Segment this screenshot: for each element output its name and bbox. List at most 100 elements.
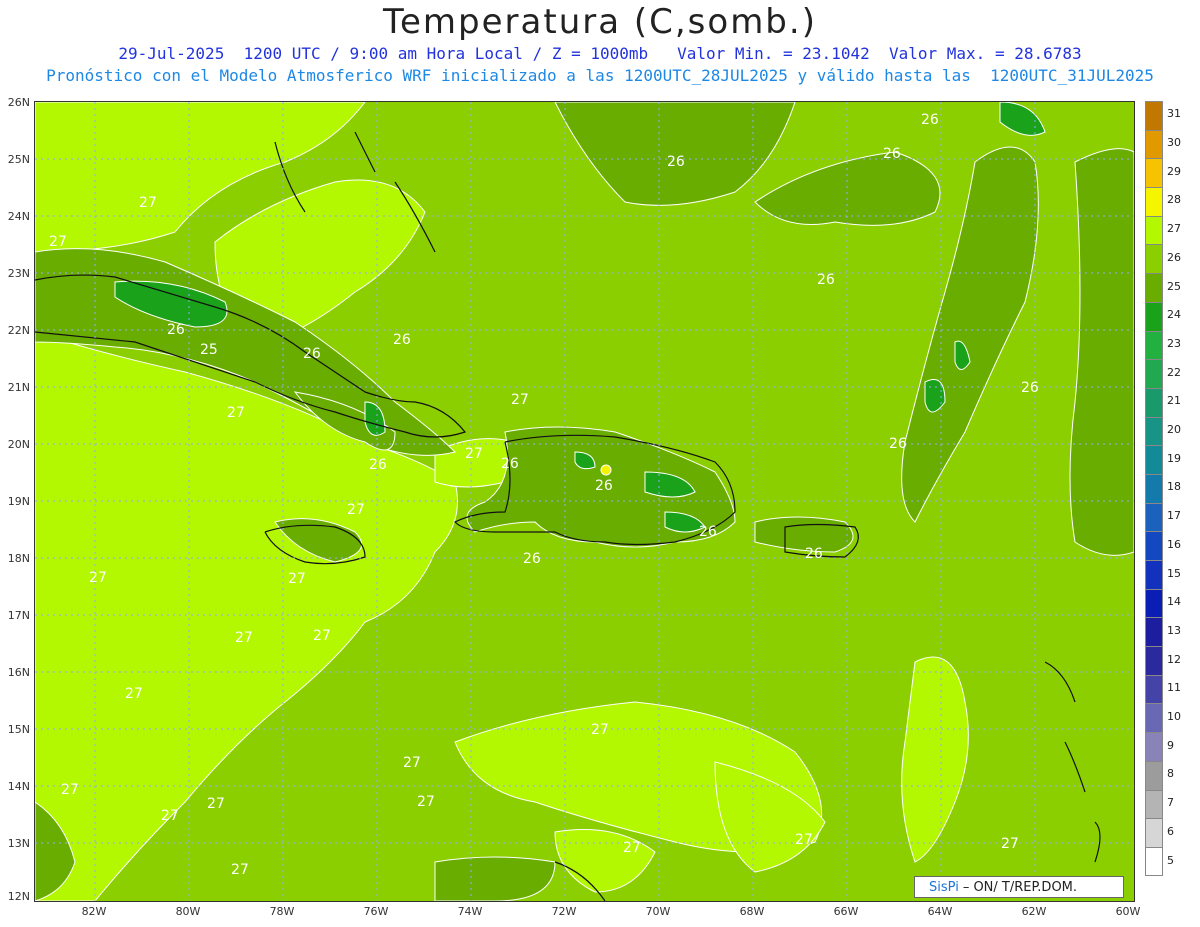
colorbar-label-15: 15: [1167, 566, 1181, 580]
lat-label-19n: 19N: [7, 495, 30, 508]
contour-label-27: 27: [347, 502, 365, 518]
colorbar-cell-5: [1145, 846, 1163, 876]
contour-label-27: 27: [511, 392, 529, 408]
colorbar-label-26: 26: [1167, 250, 1181, 264]
colorbar-cell-27: [1145, 215, 1163, 245]
colorbar-label-6: 6: [1167, 824, 1174, 838]
lon-label-60w: 60W: [1115, 905, 1141, 918]
colorbar-cell-13: [1145, 617, 1163, 647]
colorbar-cell-11: [1145, 674, 1163, 704]
contour-label-27: 27: [227, 405, 245, 421]
subtitle-model-info: Pronóstico con el Modelo Atmosferico WRF…: [46, 66, 1154, 85]
lon-label-66w: 66W: [833, 905, 859, 918]
colorbar-cell-23: [1145, 330, 1163, 360]
contour-label-26: 26: [1021, 380, 1039, 396]
colorbar-cell-19: [1145, 445, 1163, 474]
contour-label-26: 26: [667, 154, 685, 170]
lat-label-22n: 22N: [7, 324, 30, 337]
contour-label-27: 27: [623, 840, 641, 856]
colorbar-label-13: 13: [1167, 623, 1181, 637]
colorbar-label-30: 30: [1167, 136, 1181, 150]
lat-label-20n: 20N: [7, 438, 30, 451]
colorbar-label-10: 10: [1167, 710, 1181, 724]
colorbar-label-21: 21: [1167, 394, 1181, 408]
contour-label-26: 26: [303, 346, 321, 362]
contour-label-27: 27: [465, 446, 483, 462]
contour-label-27: 27: [313, 628, 331, 644]
colorbar-cell-15: [1145, 560, 1163, 589]
colorbar-cell-26: [1145, 244, 1163, 274]
colorbar-label-17: 17: [1167, 509, 1181, 523]
colorbar-label-7: 7: [1167, 796, 1174, 810]
contour-label-27: 27: [89, 570, 107, 586]
colorbar-cell-12: [1145, 646, 1163, 675]
colorbar-cell-8: [1145, 760, 1163, 790]
lon-label-74w: 74W: [457, 905, 483, 918]
colorbar-cell-20: [1145, 416, 1163, 446]
colorbar-label-27: 27: [1167, 222, 1181, 236]
contour-label-27: 27: [591, 722, 609, 738]
colorbar-label-28: 28: [1167, 193, 1181, 207]
colorbar-label-14: 14: [1167, 595, 1181, 609]
lon-label-82w: 82W: [81, 905, 107, 918]
colorbar-label-12: 12: [1167, 652, 1181, 666]
sispi-logo: SisPi – ON/ T/REP.DOM.: [914, 876, 1124, 898]
contour-label-26: 26: [805, 546, 823, 562]
contour-label-27: 27: [231, 862, 249, 878]
colorbar-label-8: 8: [1167, 767, 1174, 781]
contour-label-27: 27: [61, 782, 79, 798]
contour-label-27: 27: [1001, 836, 1019, 852]
contour-label-27: 27: [403, 755, 421, 771]
lon-label-78w: 78W: [269, 905, 295, 918]
subtitle-validity: 29-Jul-2025 1200 UTC / 9:00 am Hora Loca…: [118, 44, 1082, 63]
contour-label-26: 26: [699, 524, 717, 540]
logo-text: – ON/ T/REP.DOM.: [962, 879, 1078, 895]
colorbar-cell-18: [1145, 473, 1163, 503]
colorbar-cell-29: [1145, 158, 1163, 188]
colorbar-cell-21: [1145, 387, 1163, 417]
contour-label-27: 27: [125, 686, 143, 702]
field-28-spot: [600, 464, 612, 476]
colorbar-label-31: 31: [1167, 107, 1181, 121]
colorbar-label-18: 18: [1167, 480, 1181, 494]
contour-label-27: 27: [417, 794, 435, 810]
lon-label-64w: 64W: [927, 905, 953, 918]
lat-label-21n: 21N: [7, 381, 30, 394]
colorbar-cell-16: [1145, 531, 1163, 560]
lat-label-18n: 18N: [7, 552, 30, 565]
colorbar-cell-6: [1145, 818, 1163, 847]
temperature-map: 27 27 26 25 26 26 27 27 26 27 26 26 27 2…: [34, 101, 1135, 902]
lat-label-25n: 25N: [7, 153, 30, 166]
colorbar-label-16: 16: [1167, 537, 1181, 551]
contour-label-26: 26: [523, 551, 541, 567]
colorbar-label-11: 11: [1167, 681, 1181, 695]
colorbar-cell-10: [1145, 703, 1163, 733]
lat-label-13n: 13N: [7, 837, 30, 850]
contour-label-26: 26: [889, 436, 907, 452]
map-svg: 27 27 26 25 26 26 27 27 26 27 26 26 27 2…: [35, 102, 1134, 901]
colorbar-label-29: 29: [1167, 164, 1181, 178]
contour-label-26: 26: [393, 332, 411, 348]
colorbar-cell-9: [1145, 732, 1163, 761]
contour-label-27: 27: [49, 234, 67, 250]
contour-label-26: 26: [369, 457, 387, 473]
lon-label-68w: 68W: [739, 905, 765, 918]
lat-label-16n: 16N: [7, 666, 30, 679]
colorbar-cell-28: [1145, 187, 1163, 216]
contour-label-26: 26: [595, 478, 613, 494]
lon-label-80w: 80W: [175, 905, 201, 918]
contour-label-27: 27: [288, 571, 306, 587]
colorbar-label-22: 22: [1167, 365, 1181, 379]
colorbar-label-9: 9: [1167, 738, 1174, 752]
contour-label-26: 26: [921, 112, 939, 128]
contour-label-27: 27: [207, 796, 225, 812]
colorbar-cell-22: [1145, 359, 1163, 388]
contour-label-26: 26: [167, 322, 185, 338]
lat-label-26n: 26N: [7, 96, 30, 109]
lat-label-23n: 23N: [7, 267, 30, 280]
colorbar: [1145, 101, 1163, 876]
contour-label-27: 27: [161, 808, 179, 824]
colorbar-cell-25: [1145, 273, 1163, 302]
lon-label-62w: 62W: [1021, 905, 1047, 918]
colorbar-cell-17: [1145, 502, 1163, 532]
